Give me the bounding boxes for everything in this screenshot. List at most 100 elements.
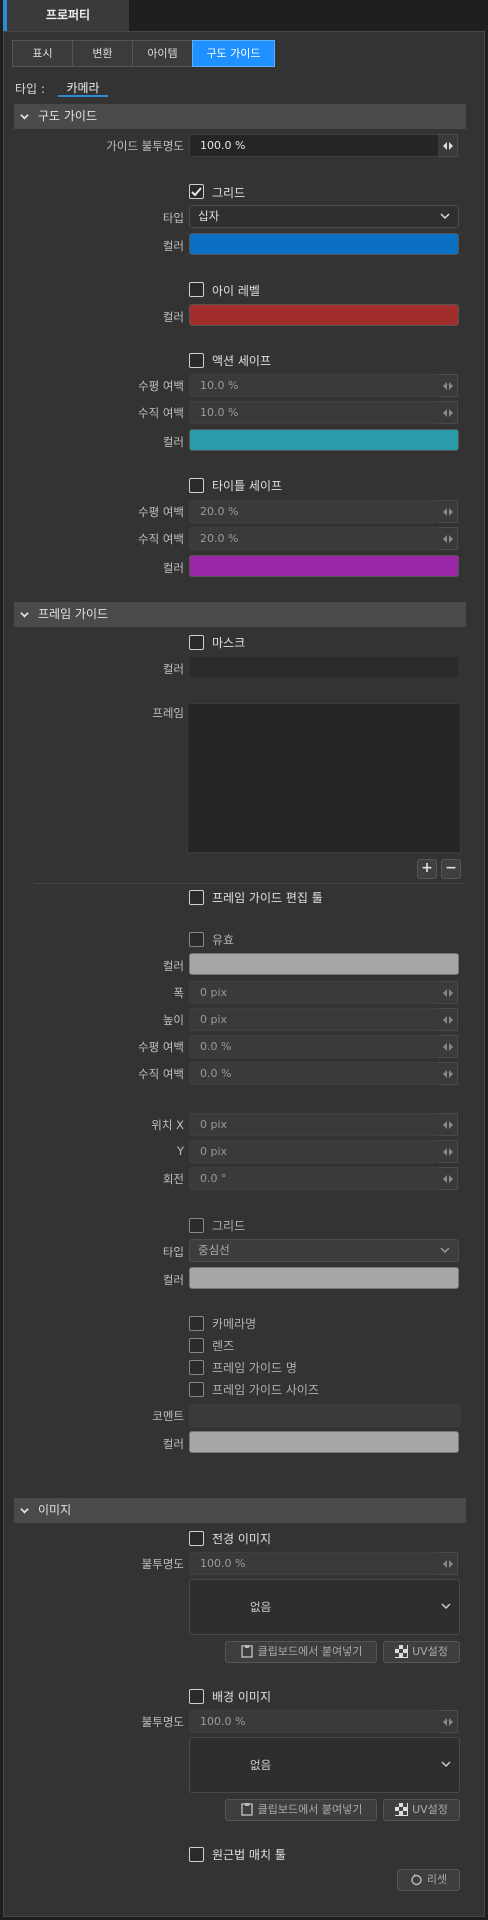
tab-item[interactable]: 아이템 — [132, 40, 193, 67]
title-h-margin-field[interactable]: 20.0 % — [189, 500, 458, 523]
reset-label: 리셋 — [426, 1873, 448, 1886]
remove-frame-button[interactable]: − — [441, 859, 461, 879]
add-frame-button[interactable]: + — [417, 859, 437, 879]
chevron-down-icon — [441, 1761, 451, 1768]
bg-image-dropdown[interactable]: 없음 — [189, 1737, 460, 1793]
section-composition-guide[interactable]: 구도 가이드 — [14, 104, 466, 129]
frame-grid-color-swatch[interactable] — [189, 1267, 459, 1289]
width-spinner[interactable] — [438, 981, 458, 1004]
title-v-margin-field[interactable]: 20.0 % — [189, 527, 458, 550]
bg-paste-clipboard-button[interactable]: 클립보드에서 붙여넣기 — [225, 1799, 377, 1821]
guide-opacity-spinner[interactable] — [438, 134, 458, 157]
fg-opacity-field[interactable]: 100.0 % — [189, 1552, 458, 1575]
title-v-spinner[interactable] — [438, 527, 458, 550]
reset-button[interactable]: 리셋 — [397, 1869, 460, 1891]
frame-color-swatch[interactable] — [189, 953, 459, 975]
frame-h-spinner[interactable] — [438, 1035, 458, 1058]
section-frame-guide[interactable]: 프레임 가이드 — [14, 602, 466, 627]
action-safe-checkbox[interactable] — [189, 353, 204, 368]
frame-guide-size-checkbox[interactable] — [189, 1382, 204, 1397]
frame-grid-checkbox[interactable] — [189, 1218, 204, 1233]
frame-grid-label: 그리드 — [212, 1219, 246, 1233]
rotation-field[interactable]: 0.0 ° — [189, 1167, 458, 1190]
pos-y-field[interactable]: 0 pix — [189, 1140, 458, 1163]
action-h-spinner[interactable] — [438, 374, 458, 397]
section-image[interactable]: 이미지 — [14, 1498, 466, 1523]
fg-image-label: 전경 이미지 — [212, 1532, 272, 1546]
subtab-bar: 표시 변환 아이템 구도 가이드 — [12, 40, 275, 67]
fg-paste-clipboard-button[interactable]: 클립보드에서 붙여넣기 — [225, 1641, 377, 1663]
height-field[interactable]: 0 pix — [189, 1008, 458, 1031]
eye-level-checkbox[interactable] — [189, 282, 204, 297]
action-color-label: 컬러 — [162, 435, 184, 449]
action-safe-label: 액션 세이프 — [212, 354, 272, 368]
comment-field[interactable] — [189, 1404, 461, 1427]
action-v-spinner[interactable] — [438, 401, 458, 424]
guide-opacity-field[interactable]: 100.0 % — [189, 134, 458, 157]
text-color-swatch[interactable] — [189, 1431, 459, 1453]
pos-x-spinner[interactable] — [438, 1113, 458, 1136]
tab-display[interactable]: 표시 — [12, 40, 73, 67]
action-color-swatch[interactable] — [189, 429, 459, 451]
window-tab[interactable]: 프로퍼티 — [3, 0, 129, 31]
fg-uv-settings-button[interactable]: UV설정 — [383, 1641, 460, 1663]
mask-checkbox[interactable] — [189, 635, 204, 650]
bg-image-checkbox[interactable] — [189, 1689, 204, 1704]
type-camera-tab[interactable]: 카메라 — [58, 79, 108, 97]
frame-edit-tool-checkbox[interactable] — [189, 890, 204, 905]
fg-opacity-value: 100.0 % — [200, 1557, 246, 1570]
grid-color-label: 컬러 — [162, 239, 184, 253]
spinner-arrows-icon — [443, 508, 453, 516]
comment-label: 코멘트 — [152, 1409, 184, 1423]
frame-h-margin-field[interactable]: 0.0 % — [189, 1035, 458, 1058]
frame-guide-name-checkbox[interactable] — [189, 1360, 204, 1375]
valid-checkbox[interactable] — [189, 932, 204, 947]
action-v-margin-field[interactable]: 10.0 % — [189, 401, 458, 424]
perspective-match-checkbox[interactable] — [189, 1847, 204, 1862]
grid-type-dropdown[interactable]: 십자 — [189, 205, 459, 228]
chevron-down-icon — [441, 1603, 451, 1610]
chevron-down-icon — [440, 1247, 450, 1254]
grid-color-swatch[interactable] — [189, 233, 459, 255]
height-spinner[interactable] — [438, 1008, 458, 1031]
eye-level-color-label: 컬러 — [162, 310, 184, 324]
title-safe-label: 타이틀 세이프 — [212, 479, 283, 493]
camera-name-label: 카메라명 — [212, 1317, 257, 1331]
title-h-spinner[interactable] — [438, 500, 458, 523]
eye-level-color-swatch[interactable] — [189, 304, 459, 326]
bg-uv-settings-button[interactable]: UV설정 — [383, 1799, 460, 1821]
spinner-arrows-icon — [443, 1016, 453, 1024]
bg-opacity-spinner[interactable] — [438, 1710, 458, 1733]
frame-v-margin-label: 수직 여백 — [138, 1067, 184, 1081]
frame-grid-type-dropdown[interactable]: 중심선 — [189, 1239, 459, 1262]
tab-transform[interactable]: 변환 — [72, 40, 133, 67]
frame-v-margin-field[interactable]: 0.0 % — [189, 1062, 458, 1085]
bg-opacity-field[interactable]: 100.0 % — [189, 1710, 458, 1733]
frame-list[interactable] — [187, 703, 461, 853]
uv-label: UV설정 — [412, 1803, 448, 1816]
camera-name-checkbox[interactable] — [189, 1316, 204, 1331]
section-title: 구도 가이드 — [38, 109, 98, 123]
pos-x-field[interactable]: 0 pix — [189, 1113, 458, 1136]
frame-v-spinner[interactable] — [438, 1062, 458, 1085]
grid-checkbox[interactable] — [189, 184, 204, 199]
rotation-spinner[interactable] — [438, 1167, 458, 1190]
width-field[interactable]: 0 pix — [189, 981, 458, 1004]
tab-composition-guide[interactable]: 구도 가이드 — [192, 40, 275, 67]
spinner-arrows-icon — [443, 382, 453, 390]
chevron-down-icon — [440, 213, 450, 220]
title-color-swatch[interactable] — [189, 555, 459, 577]
frame-color-label: 컬러 — [162, 959, 184, 973]
mask-color-swatch[interactable] — [189, 656, 459, 678]
clipboard-icon — [240, 1803, 253, 1816]
action-h-margin-field[interactable]: 10.0 % — [189, 374, 458, 397]
pos-y-spinner[interactable] — [438, 1140, 458, 1163]
fg-image-dropdown[interactable]: 없음 — [189, 1579, 460, 1635]
spinner-arrows-icon — [443, 409, 453, 417]
lens-checkbox[interactable] — [189, 1338, 204, 1353]
divider — [34, 883, 464, 884]
title-safe-checkbox[interactable] — [189, 478, 204, 493]
fg-image-checkbox[interactable] — [189, 1531, 204, 1546]
fg-opacity-spinner[interactable] — [438, 1552, 458, 1575]
height-label: 높이 — [162, 1013, 184, 1027]
